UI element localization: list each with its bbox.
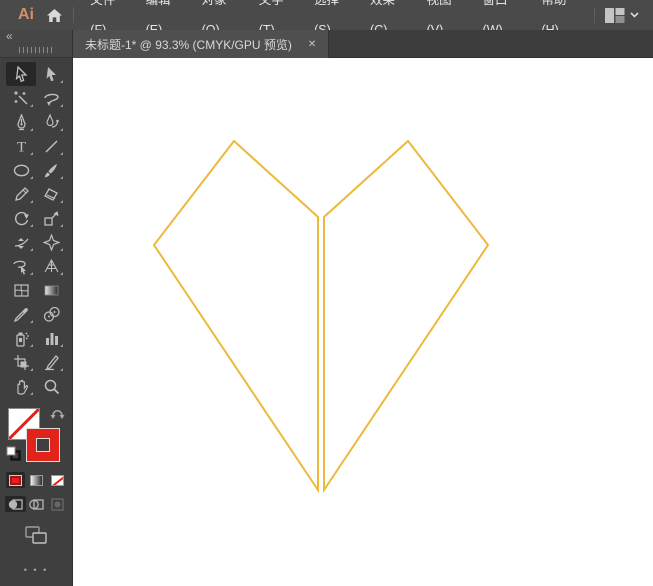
paintbrush-tool[interactable] xyxy=(36,158,66,182)
direct-selection-tool[interactable] xyxy=(36,62,66,86)
width-tool[interactable] xyxy=(6,230,36,254)
ellipse-tool[interactable] xyxy=(6,158,36,182)
mesh-tool[interactable] xyxy=(6,278,36,302)
none-button[interactable] xyxy=(48,472,67,488)
color-mode-row xyxy=(5,472,67,488)
slice-tool[interactable] xyxy=(36,350,66,374)
type-tool[interactable]: T xyxy=(6,134,36,158)
tools-panel-header: « xyxy=(0,29,72,58)
selection-tool[interactable] xyxy=(6,62,36,86)
screen-mode-button[interactable] xyxy=(25,526,47,549)
illustrator-window: Ai 文件(F)编辑(E)对象(O)文字(T)选择(S)效果(C)视图(V)窗口… xyxy=(0,0,653,586)
perspective-grid-tool[interactable] xyxy=(36,254,66,278)
swap-arrows-icon xyxy=(50,410,65,419)
document-tab-title: 未标题-1* @ 93.3% (CMYK/GPU 预览) xyxy=(85,37,292,52)
column-graph-tool[interactable] xyxy=(36,326,66,350)
drawing-modes xyxy=(4,496,68,512)
menubar-divider-right xyxy=(594,7,595,23)
pen-tool[interactable] xyxy=(6,110,36,134)
gradient-button[interactable] xyxy=(27,472,46,488)
stroke-proxy-hole xyxy=(36,438,50,452)
hand-tool[interactable] xyxy=(6,374,36,398)
artboard-tool[interactable] xyxy=(6,350,36,374)
edit-toolbar-button[interactable]: • • • xyxy=(24,565,48,575)
draw-normal-button[interactable] xyxy=(4,496,26,512)
pencil-tool[interactable] xyxy=(6,182,36,206)
tool-grid: T xyxy=(6,62,66,398)
tools-panel: « T • • • xyxy=(0,29,73,586)
shape-builder-tool[interactable] xyxy=(6,254,36,278)
menubar: Ai 文件(F)编辑(E)对象(O)文字(T)选择(S)效果(C)视图(V)窗口… xyxy=(0,0,653,37)
eraser-tool[interactable] xyxy=(36,182,66,206)
color-swatch-icon xyxy=(8,474,22,486)
home-icon xyxy=(47,8,63,22)
app-logo: Ai xyxy=(18,6,34,23)
document-tabbar: 未标题-1* @ 93.3% (CMYK/GPU 预览) ✕ xyxy=(73,30,653,58)
chevron-down-icon xyxy=(630,12,639,18)
color-button[interactable] xyxy=(5,472,25,488)
workspace-switcher-button[interactable] xyxy=(601,5,643,26)
gradient-swatch-icon xyxy=(29,474,43,486)
blend-tool[interactable] xyxy=(36,302,66,326)
document-tab[interactable]: 未标题-1* @ 93.3% (CMYK/GPU 预览) ✕ xyxy=(73,30,330,58)
home-button[interactable] xyxy=(42,4,67,26)
draw-inside-button[interactable] xyxy=(47,496,68,512)
workspace-icon xyxy=(605,7,625,23)
rotate-tool[interactable] xyxy=(6,206,36,230)
svg-text:T: T xyxy=(16,139,25,155)
line-segment-tool[interactable] xyxy=(36,134,66,158)
lasso-tool[interactable] xyxy=(36,86,66,110)
default-swatches-icon xyxy=(6,446,21,461)
swap-fill-stroke-button[interactable] xyxy=(50,406,66,420)
screen-mode-icon xyxy=(25,526,47,544)
gradient-tool[interactable] xyxy=(36,278,66,302)
curvature-tool[interactable] xyxy=(36,110,66,134)
heart-artwork xyxy=(152,139,490,494)
free-transform-tool[interactable] xyxy=(36,230,66,254)
panel-drag-grip[interactable] xyxy=(19,47,53,53)
magic-wand-tool[interactable] xyxy=(6,86,36,110)
tab-close-icon[interactable]: ✕ xyxy=(308,39,316,50)
draw-behind-button[interactable] xyxy=(26,496,47,512)
eyedropper-tool[interactable] xyxy=(6,302,36,326)
stroke-proxy-red[interactable] xyxy=(26,428,60,462)
artboard-canvas[interactable] xyxy=(73,58,653,586)
zoom-tool[interactable] xyxy=(36,374,66,398)
default-fill-stroke-button[interactable] xyxy=(6,446,22,462)
symbol-sprayer-tool[interactable] xyxy=(6,326,36,350)
draw-normal-icon xyxy=(8,498,23,510)
draw-behind-icon xyxy=(28,498,44,510)
fill-stroke-controls xyxy=(6,406,66,466)
collapse-panel-button[interactable]: « xyxy=(6,29,13,43)
menubar-divider xyxy=(73,7,75,23)
scale-tool[interactable] xyxy=(36,206,66,230)
none-swatch-icon xyxy=(50,474,64,486)
draw-inside-icon xyxy=(50,497,64,511)
